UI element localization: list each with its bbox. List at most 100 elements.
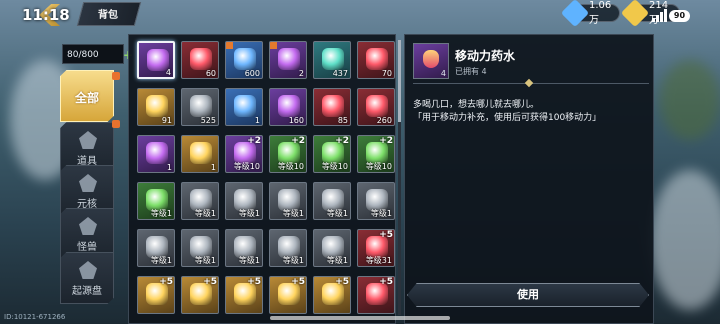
item-count: 4 <box>165 68 171 77</box>
item-slot[interactable]: 437 <box>313 41 351 79</box>
item-count: 1 <box>254 116 260 125</box>
item-count: 85 <box>337 116 348 125</box>
item-count: 437 <box>332 69 348 78</box>
item-slot[interactable]: +5 <box>137 276 175 314</box>
category-label: 全部 <box>74 91 99 105</box>
item-slot[interactable]: 1 <box>137 135 175 173</box>
category-badge <box>112 72 120 80</box>
item-upgrade-level: +2 <box>291 136 305 146</box>
item-upgrade-level: +5 <box>379 230 393 240</box>
item-upgrade-level: +5 <box>247 277 261 287</box>
item-count: 60 <box>205 69 216 78</box>
item-name: 移动力药水 <box>455 49 516 63</box>
item-slot[interactable]: +5 <box>225 276 263 314</box>
item-slot[interactable]: 91 <box>137 88 175 126</box>
item-slot[interactable]: 2 <box>269 41 307 79</box>
item-upgrade-level: +2 <box>247 136 261 146</box>
item-slot[interactable]: 等级1 <box>181 229 219 267</box>
item-count: 等级10 <box>233 162 260 171</box>
use-button[interactable]: 使用 <box>407 283 649 307</box>
item-count: 等级1 <box>282 209 304 218</box>
item-slot[interactable]: 等级1 <box>137 229 175 267</box>
category-all[interactable]: 全部 <box>60 70 114 122</box>
crossed-swords-icon <box>322 95 344 117</box>
item-slot[interactable]: +5 <box>313 276 351 314</box>
item-slot[interactable]: 等级1 <box>225 182 263 220</box>
item-upgrade-level: +2 <box>379 136 393 146</box>
item-slot[interactable]: 525 <box>181 88 219 126</box>
divider-ornament <box>524 78 534 88</box>
item-slot[interactable]: +5 <box>181 276 219 314</box>
item-detail-panel: 4 移动力药水 已拥有 4 多喝几口，想去哪儿就去哪儿。 「用于移动力补充，使用… <box>404 34 654 324</box>
item-slot[interactable]: 85 <box>313 88 351 126</box>
item-slot[interactable]: 60 <box>181 41 219 79</box>
item-slot[interactable]: 等级1 <box>137 182 175 220</box>
item-count: 等级1 <box>194 209 216 218</box>
home-indicator[interactable] <box>270 316 450 320</box>
item-slot[interactable]: +2 等级10 <box>225 135 263 173</box>
rose-icon <box>278 95 300 117</box>
item-slot[interactable]: 等级1 <box>225 229 263 267</box>
category-origin-disc[interactable]: 起源盘 <box>60 252 114 304</box>
inventory-capacity: 80/800 + <box>62 44 133 64</box>
grid-scrollbar[interactable] <box>398 40 401 315</box>
item-slot[interactable]: 1 <box>225 88 263 126</box>
lantern-icon <box>190 48 212 70</box>
status-time: 11:18 <box>22 6 70 24</box>
user-id: ID:10121-671266 <box>4 313 66 321</box>
item-slot[interactable]: +5 等级31 <box>357 229 395 267</box>
item-slot[interactable]: 160 <box>269 88 307 126</box>
blue-gem-icon <box>560 0 590 28</box>
blue-gem-currency[interactable]: 1.06万 <box>560 0 620 28</box>
page-title: 背包 <box>98 10 118 21</box>
potion-icon <box>423 50 439 68</box>
item-count: 等级10 <box>365 162 392 171</box>
item-slot[interactable]: 等级1 <box>181 182 219 220</box>
item-count: 等级1 <box>150 209 172 218</box>
item-slot[interactable]: 等级1 <box>269 229 307 267</box>
item-count: 70 <box>381 69 392 78</box>
red-core-icon <box>366 95 388 117</box>
item-slot[interactable]: 等级1 <box>313 229 351 267</box>
item-description: 多喝几口，想去哪儿就去哪儿。 「用于移动力补充，使用后可获得100移动力」 <box>413 99 649 125</box>
red-flower-icon <box>366 48 388 70</box>
item-slot[interactable]: 等级1 <box>357 182 395 220</box>
item-slot[interactable]: 等级1 <box>313 182 351 220</box>
item-slot[interactable]: 260 <box>357 88 395 126</box>
category-label: 怪兽 <box>77 242 97 253</box>
category-badge <box>112 120 120 128</box>
item-count: 等级10 <box>321 162 348 171</box>
background-hill <box>660 60 720 140</box>
item-slot[interactable]: 1 <box>181 135 219 173</box>
blue-shard-icon <box>234 95 256 117</box>
item-count: 等级1 <box>326 256 348 265</box>
signal-icon <box>652 8 668 22</box>
item-slot[interactable]: +5 <box>357 276 395 314</box>
item-count: 2 <box>298 69 304 78</box>
item-slot[interactable]: 等级1 <box>269 182 307 220</box>
purple-rose-icon <box>146 142 168 164</box>
background-cloud <box>650 170 720 310</box>
item-slot[interactable]: +5 <box>269 276 307 314</box>
battery-indicator: 90 <box>669 10 690 22</box>
monster-icon <box>79 217 97 235</box>
item-slot[interactable]: +2 等级10 <box>357 135 395 173</box>
puzzle-icon <box>278 48 300 70</box>
item-count: 1 <box>166 163 172 172</box>
item-slot[interactable]: 600 <box>225 41 263 79</box>
items-icon <box>79 131 97 149</box>
item-count: 1 <box>210 163 216 172</box>
scrollbar-thumb[interactable] <box>398 40 401 122</box>
capacity-text: 80/800 <box>67 50 99 60</box>
item-count: 600 <box>244 69 260 78</box>
item-slot[interactable]: +2 等级10 <box>269 135 307 173</box>
wings-icon <box>146 95 168 117</box>
gold-coin-icon <box>620 0 650 28</box>
item-slot[interactable]: 4 <box>137 41 175 79</box>
item-slot[interactable]: +2 等级10 <box>313 135 351 173</box>
item-count: 160 <box>288 116 304 125</box>
item-grid: 4 60 600 2 437 70 91 525 1 160 85 260 1 1 +2 等级10 +2 等级10… <box>137 41 395 314</box>
item-slot[interactable]: 70 <box>357 41 395 79</box>
item-upgrade-level: +5 <box>379 277 393 287</box>
detail-item-icon: 4 <box>413 43 449 79</box>
